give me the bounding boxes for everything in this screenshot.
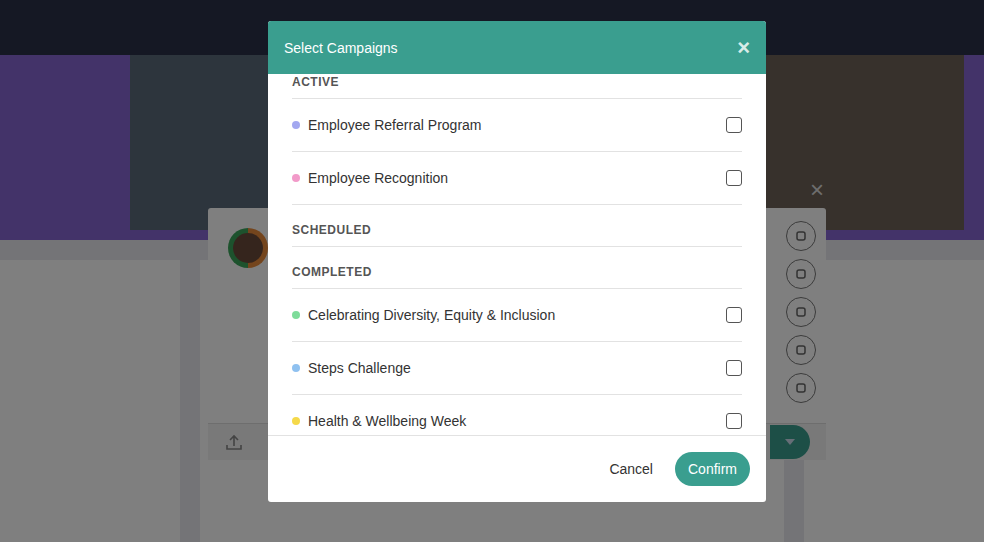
confirm-button[interactable]: Confirm: [675, 452, 750, 486]
campaign-row[interactable]: Employee Referral Program: [292, 99, 742, 152]
campaign-checkbox[interactable]: [726, 307, 742, 323]
page: ×Select Campaigns ×ACTIVE Employee Referra…: [0, 0, 984, 542]
campaign-checkbox[interactable]: [726, 360, 742, 376]
close-button[interactable]: ×: [737, 37, 750, 59]
campaign-dot: [292, 364, 300, 372]
campaign-name: Celebrating Diversity, Equity & Inclusio…: [308, 307, 718, 323]
section-label: SCHEDULED: [292, 205, 742, 247]
campaign-row[interactable]: Health & Wellbeing Week: [292, 395, 742, 435]
campaign-name: Employee Recognition: [308, 170, 718, 186]
campaign-dot: [292, 417, 300, 425]
campaign-checkbox[interactable]: [726, 117, 742, 133]
campaign-dot: [292, 311, 300, 319]
campaign-row[interactable]: Steps Challenge: [292, 342, 742, 395]
campaign-row[interactable]: Celebrating Diversity, Equity & Inclusio…: [292, 289, 742, 342]
campaign-list: ACTIVE Employee Referral Program Employee …: [268, 74, 766, 435]
section-label: ACTIVE: [292, 74, 742, 99]
campaign-dot: [292, 121, 300, 129]
campaign-name: Health & Wellbeing Week: [308, 413, 718, 429]
modal-footer: Cancel Confirm: [268, 435, 766, 502]
campaign-name: Employee Referral Program: [308, 117, 718, 133]
campaign-dot: [292, 174, 300, 182]
campaign-checkbox[interactable]: [726, 170, 742, 186]
modal-title: Select Campaigns: [284, 40, 398, 56]
select-campaigns-modal: Select Campaigns × ACTIVE Employee Referral…: [268, 21, 766, 502]
cancel-button[interactable]: Cancel: [603, 453, 659, 485]
campaign-name: Steps Challenge: [308, 360, 718, 376]
campaign-checkbox[interactable]: [726, 413, 742, 429]
campaign-row[interactable]: Employee Recognition: [292, 152, 742, 205]
section-label: COMPLETED: [292, 247, 742, 289]
modal-header: Select Campaigns ×: [268, 21, 766, 74]
